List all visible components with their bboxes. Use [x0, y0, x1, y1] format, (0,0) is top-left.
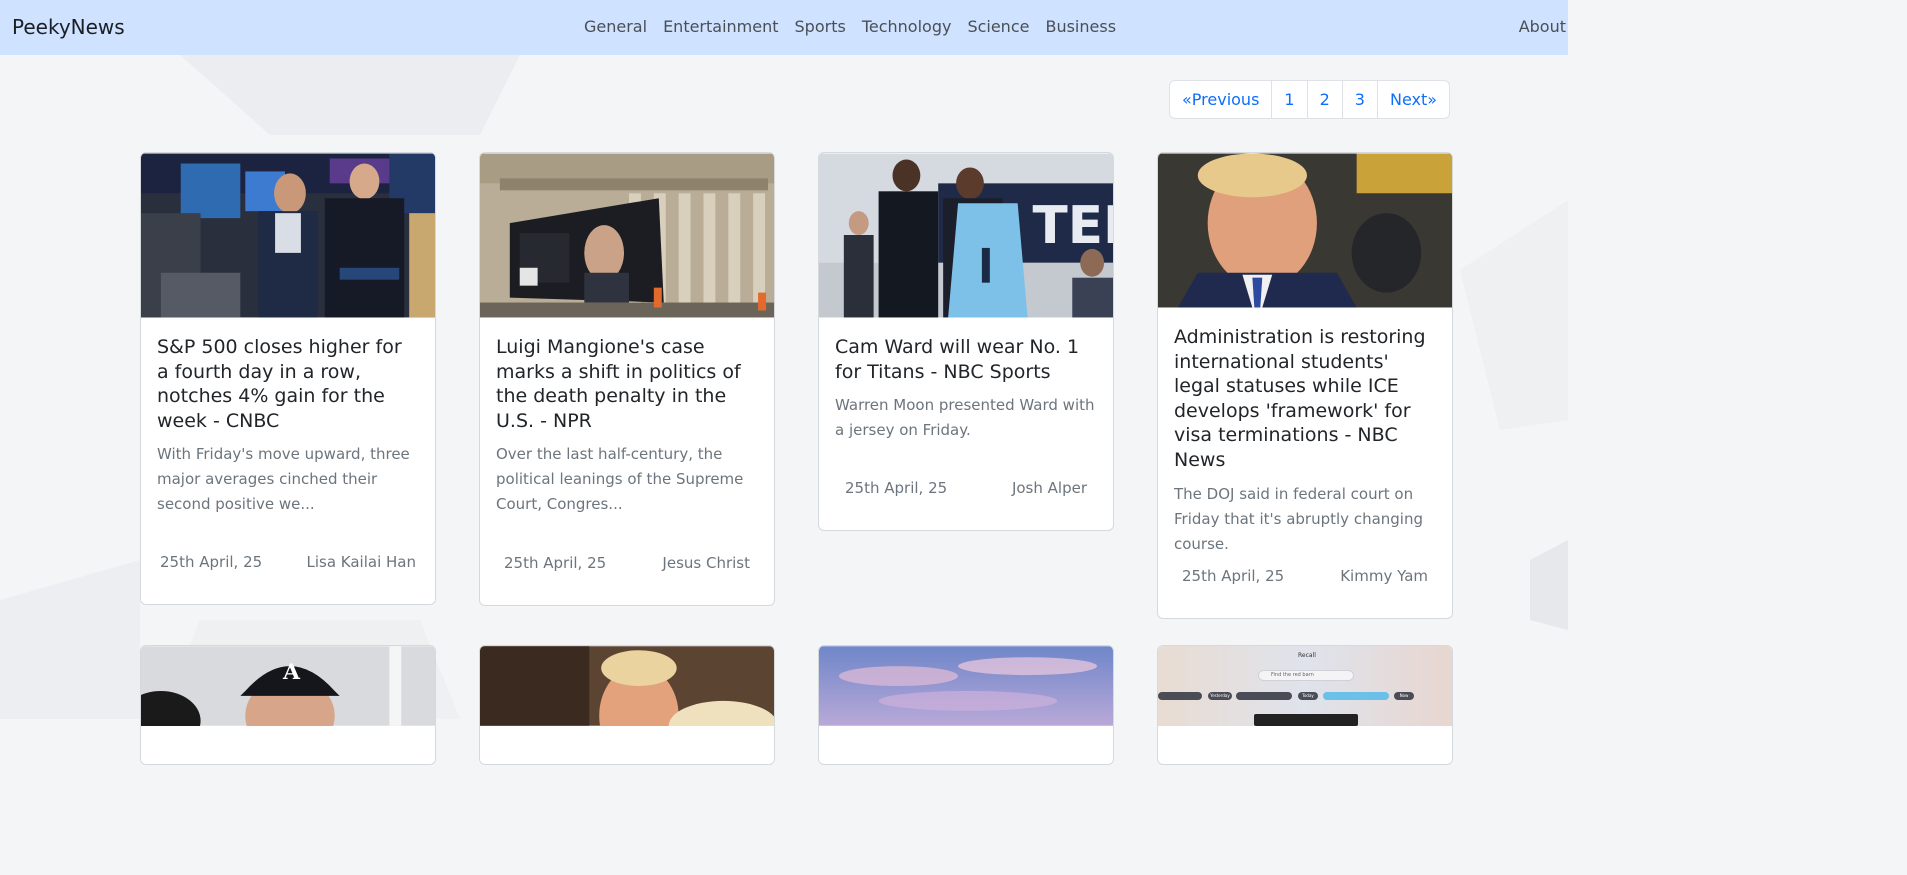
article-author: Jesus Christ — [662, 554, 750, 572]
recall-chip-yesterday: Yesterday — [1208, 692, 1232, 700]
card-footer: 25th April, 25 Kimmy Yam — [1182, 567, 1428, 585]
article-description: The DOJ said in federal court on Friday … — [1174, 484, 1423, 553]
nav-link-technology[interactable]: Technology — [862, 17, 952, 36]
nav-link-science[interactable]: Science — [967, 17, 1029, 36]
nav-link-general[interactable]: General — [584, 17, 647, 36]
category-nav: General Entertainment Sports Technology … — [584, 17, 1116, 36]
nav-link-business[interactable]: Business — [1045, 17, 1116, 36]
card-footer: 25th April, 25 Lisa Kailai Han — [160, 553, 416, 571]
article-description: Over the last half-century, the politica… — [496, 445, 744, 514]
article-title[interactable]: Cam Ward will wear No. 1 for Titans - NB… — [835, 335, 1097, 384]
article-author: Josh Alper — [1011, 479, 1087, 497]
news-card[interactable]: TEN Cam Ward will wear No. 1 for Titans … — [818, 152, 1114, 531]
recall-timeline: Yesterday Today Now — [1158, 692, 1452, 702]
portrait-image — [480, 646, 774, 726]
recall-chip-today: Today — [1298, 692, 1318, 700]
article-date: 25th April, 25 — [845, 479, 948, 497]
svg-text:A: A — [282, 659, 301, 685]
portrait-image — [1158, 153, 1452, 308]
card-footer: 25th April, 25 Josh Alper — [845, 479, 1087, 497]
pagination: «Previous 1 2 3 Next» — [1169, 80, 1451, 119]
svg-text:TEN: TEN — [1033, 196, 1113, 256]
pagination-page-1[interactable]: 1 — [1271, 81, 1306, 118]
recall-title: Recall — [1298, 652, 1316, 659]
article-date: 25th April, 25 — [504, 554, 607, 572]
article-date: 25th April, 25 — [160, 553, 263, 571]
article-title[interactable]: Luigi Mangione's case marks a shift in p… — [496, 335, 758, 433]
brand-logo[interactable]: PeekyNews — [12, 15, 125, 39]
pagination-previous[interactable]: «Previous — [1170, 81, 1271, 118]
nav-link-sports[interactable]: Sports — [795, 17, 846, 36]
news-card[interactable]: A — [140, 645, 436, 765]
article-date: 25th April, 25 — [1182, 567, 1285, 585]
recall-app-image: Recall Find the red barn Yesterday Today… — [1158, 646, 1452, 726]
pagination-page-3[interactable]: 3 — [1341, 81, 1377, 118]
news-card[interactable] — [479, 645, 775, 765]
article-description: With Friday's move upward, three major a… — [157, 445, 410, 514]
news-card[interactable]: Luigi Mangione's case marks a shift in p… — [479, 152, 775, 606]
article-description: Warren Moon presented Ward with a jersey… — [835, 396, 1095, 440]
card-footer: 25th April, 25 Jesus Christ — [504, 554, 750, 572]
jersey-presentation-image: TEN — [819, 153, 1113, 318]
nav-link-about[interactable]: About — [1519, 17, 1566, 36]
courthouse-truck-image — [480, 153, 774, 318]
baseball-cap-image: A — [141, 646, 435, 726]
trading-floor-image — [141, 153, 435, 318]
article-title[interactable]: S&P 500 closes higher for a fourth day i… — [157, 335, 419, 433]
news-card[interactable]: Administration is restoring internationa… — [1157, 152, 1453, 619]
news-card[interactable]: Recall Find the red barn Yesterday Today… — [1157, 645, 1453, 765]
article-title[interactable]: Administration is restoring internationa… — [1174, 325, 1436, 473]
nav-link-entertainment[interactable]: Entertainment — [663, 17, 778, 36]
news-card[interactable]: S&P 500 closes higher for a fourth day i… — [140, 152, 436, 605]
sky-image — [819, 646, 1113, 726]
recall-search-placeholder: Find the red barn — [1271, 672, 1314, 678]
recall-chip-now: Now — [1394, 692, 1414, 700]
pagination-next[interactable]: Next» — [1376, 81, 1449, 118]
news-card[interactable] — [818, 645, 1114, 765]
recall-search-bar: Find the red barn — [1258, 670, 1354, 681]
pagination-page-2[interactable]: 2 — [1306, 81, 1342, 118]
top-navbar: PeekyNews General Entertainment Sports T… — [0, 0, 1568, 55]
article-author: Kimmy Yam — [1340, 567, 1428, 585]
article-author: Lisa Kailai Han — [306, 553, 416, 571]
